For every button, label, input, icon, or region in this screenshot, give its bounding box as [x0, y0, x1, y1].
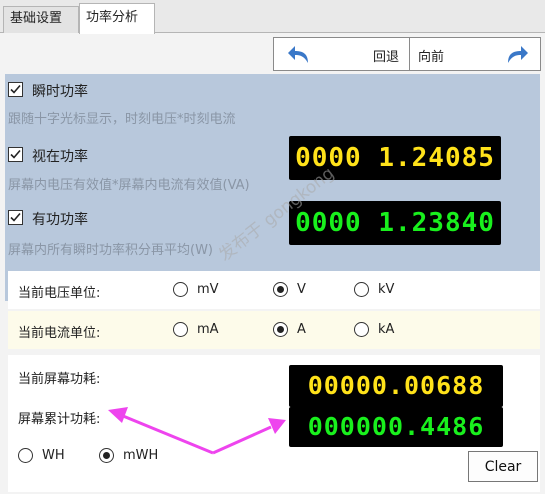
voltage-unit-row: 当前电压单位: mV V kV	[8, 271, 540, 309]
radio-icon[interactable]	[354, 282, 369, 297]
current-unit-label: 当前电流单位:	[18, 326, 101, 341]
undo-arrow-icon	[288, 46, 308, 63]
active-power-display: 0000 1.23840	[289, 201, 501, 245]
power-analysis-panel: 回退 向前 瞬时功率 跟随十字光标显示，时刻电压*时刻电流 视在功率 屏幕内电压…	[0, 33, 545, 494]
consumption-section: 当前屏幕功耗: 屏幕累计功耗: 00000.00688 000000.4486 …	[8, 355, 540, 492]
current-unit-row: 当前电流单位: mA A kA	[8, 311, 540, 349]
radio-icon[interactable]	[173, 282, 188, 297]
apparent-power-label: 视在功率	[32, 149, 88, 165]
back-button[interactable]: 回退	[274, 38, 410, 70]
active-power-checkbox[interactable]	[8, 210, 23, 225]
apparent-power-checkbox[interactable]	[8, 147, 23, 162]
back-label: 回退	[372, 50, 399, 65]
radio-icon[interactable]	[354, 322, 369, 337]
instant-power-checkbox[interactable]	[8, 82, 23, 97]
tab-power-analysis[interactable]: 功率分析	[79, 3, 155, 34]
active-power-label: 有功功率	[32, 212, 88, 228]
power-measure-section: 瞬时功率 跟随十字光标显示，时刻电压*时刻电流 视在功率 屏幕内电压有效值*屏幕…	[5, 74, 540, 301]
checkmark-icon	[10, 149, 21, 159]
radio-icon[interactable]	[273, 282, 288, 297]
screen-consumption-display: 00000.00688	[289, 365, 503, 407]
history-toolbar: 回退 向前	[273, 37, 541, 71]
tab-bar: 基础设置 功率分析	[0, 0, 545, 34]
active-power-desc: 屏幕内所有瞬时功率积分再平均(W)	[8, 243, 213, 258]
screen-consumption-label: 当前屏幕功耗:	[18, 372, 101, 387]
apparent-power-desc: 屏幕内电压有效值*屏幕内电流有效值(VA)	[8, 178, 250, 193]
clear-button[interactable]: Clear	[468, 451, 538, 482]
radio-icon[interactable]	[273, 322, 288, 337]
instant-power-desc: 跟随十字光标显示，时刻电压*时刻电流	[8, 112, 236, 127]
instant-power-label: 瞬时功率	[32, 84, 88, 100]
forward-button[interactable]: 向前	[410, 38, 540, 70]
voltage-unit-label: 当前电压单位:	[18, 286, 101, 301]
tab-basic-settings[interactable]: 基础设置	[3, 6, 79, 33]
power-analysis-window: 基础设置 功率分析 回退 向前 瞬时功率 跟随十字光标显示，时刻电压*时刻电流 …	[0, 0, 545, 494]
redo-arrow-icon	[508, 46, 528, 63]
apparent-power-display: 0000 1.24085	[289, 136, 501, 180]
cumulative-consumption-display: 000000.4486	[289, 407, 503, 447]
radio-icon[interactable]	[99, 448, 114, 463]
checkmark-icon	[10, 212, 21, 222]
forward-label: 向前	[418, 50, 445, 65]
radio-icon[interactable]	[173, 322, 188, 337]
radio-icon[interactable]	[18, 448, 33, 463]
checkmark-icon	[10, 84, 21, 94]
cumulative-consumption-label: 屏幕累计功耗:	[18, 412, 101, 427]
